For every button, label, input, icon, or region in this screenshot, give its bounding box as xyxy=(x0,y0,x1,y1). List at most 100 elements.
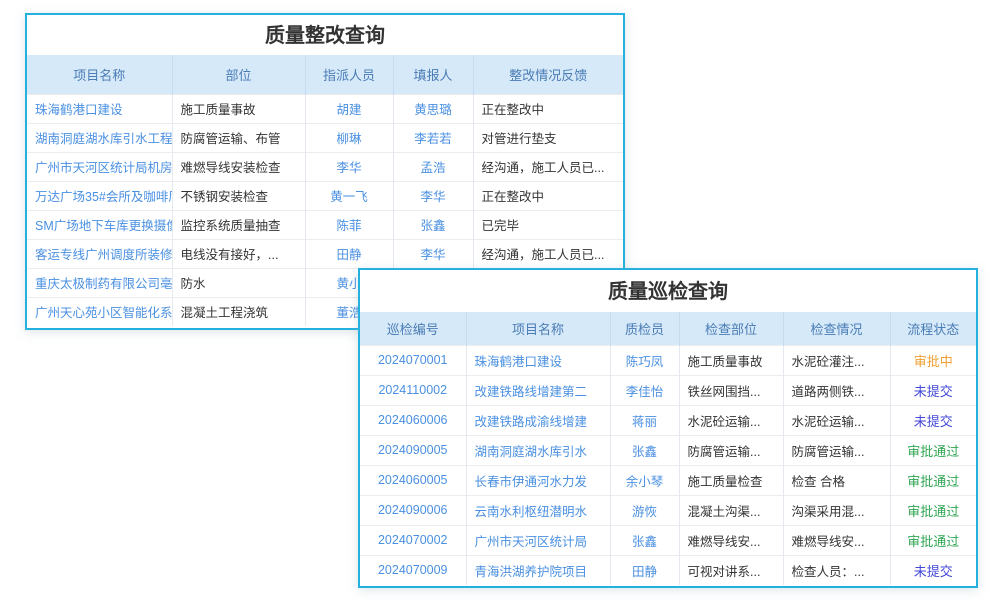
column-header: 流程状态 xyxy=(890,312,976,345)
workflow-status-cell: 未提交 xyxy=(890,555,976,585)
project-name-cell[interactable]: 云南水利枢纽潜明水 xyxy=(466,495,610,525)
inspection-id-cell[interactable]: 2024090006 xyxy=(360,495,466,525)
table-row: 湖南洞庭湖水库引水工程施防腐管运输、布管柳琳李若若对管进行垫支 xyxy=(27,123,623,152)
inspection-id-cell[interactable]: 2024070002 xyxy=(360,525,466,555)
table-row: 2024090005湖南洞庭湖水库引水张鑫防腐管运输...防腐管运输...审批通… xyxy=(360,435,976,465)
table-row: 万达广场35#会所及咖啡厅不锈钢安装检查黄一飞李华正在整改中 xyxy=(27,181,623,210)
location-cell: 混凝土工程浇筑 xyxy=(172,297,305,326)
table-row: 客运专线广州调度所装修项电线没有接好，...田静李华经沟通，施工人员已... xyxy=(27,239,623,268)
inspection-table: 巡检编号项目名称质检员检查部位检查情况流程状态2024070001珠海鹤港口建设… xyxy=(360,312,976,585)
project-name-cell[interactable]: SM广场地下车库更换摄像 xyxy=(27,210,172,239)
assignee-cell[interactable]: 李华 xyxy=(305,152,393,181)
check-result-cell: 检查人员：... xyxy=(783,555,890,585)
assignee-cell[interactable]: 胡建 xyxy=(305,94,393,123)
table-row: 2024110002改建铁路线增建第二李佳怡铁丝网围挡...道路两侧铁...未提… xyxy=(360,375,976,405)
project-name-cell[interactable]: 改建铁路线增建第二 xyxy=(466,375,610,405)
column-header: 部位 xyxy=(172,55,305,94)
workflow-status-cell: 审批通过 xyxy=(890,495,976,525)
inspection-id-cell[interactable]: 2024060005 xyxy=(360,465,466,495)
feedback-cell: 正在整改中 xyxy=(473,94,623,123)
location-cell: 监控系统质量抽查 xyxy=(172,210,305,239)
project-name-cell[interactable]: 广州市天河区统计局 xyxy=(466,525,610,555)
inspector-cell[interactable]: 陈巧凤 xyxy=(610,345,679,375)
inspection-id-cell[interactable]: 2024110002 xyxy=(360,375,466,405)
inspector-cell[interactable]: 游恢 xyxy=(610,495,679,525)
assignee-cell[interactable]: 田静 xyxy=(305,239,393,268)
table-header-row: 项目名称部位指派人员填报人整改情况反馈 xyxy=(27,55,623,94)
column-header: 项目名称 xyxy=(27,55,172,94)
page: 质量整改查询 项目名称部位指派人员填报人整改情况反馈珠海鹤港口建设施工质量事故胡… xyxy=(0,0,1000,600)
reporter-cell[interactable]: 黄思璐 xyxy=(393,94,473,123)
table-row: 2024090006云南水利枢纽潜明水游恢混凝土沟渠...沟渠采用混...审批通… xyxy=(360,495,976,525)
workflow-status-cell: 审批中 xyxy=(890,345,976,375)
inspector-cell[interactable]: 张鑫 xyxy=(610,525,679,555)
check-location-cell: 施工质量检查 xyxy=(679,465,783,495)
column-header: 巡检编号 xyxy=(360,312,466,345)
table-row: 2024060006改建铁路成渝线增建蒋丽水泥砼运输...水泥砼运输...未提交 xyxy=(360,405,976,435)
project-name-cell[interactable]: 珠海鹤港口建设 xyxy=(27,94,172,123)
feedback-cell: 正在整改中 xyxy=(473,181,623,210)
reporter-cell[interactable]: 李若若 xyxy=(393,123,473,152)
inspector-cell[interactable]: 余小琴 xyxy=(610,465,679,495)
table-row: 2024070009青海洪湖养护院项目田静可视对讲系...检查人员：...未提交 xyxy=(360,555,976,585)
workflow-status-cell: 未提交 xyxy=(890,405,976,435)
project-name-cell[interactable]: 青海洪湖养护院项目 xyxy=(466,555,610,585)
table-row: 广州市天河区统计局机房改难燃导线安装检查李华孟浩经沟通，施工人员已... xyxy=(27,152,623,181)
inspector-cell[interactable]: 田静 xyxy=(610,555,679,585)
reporter-cell[interactable]: 张鑫 xyxy=(393,210,473,239)
feedback-cell: 经沟通，施工人员已... xyxy=(473,239,623,268)
inspection-id-cell[interactable]: 2024060006 xyxy=(360,405,466,435)
inspector-cell[interactable]: 张鑫 xyxy=(610,435,679,465)
column-header: 质检员 xyxy=(610,312,679,345)
reporter-cell[interactable]: 李华 xyxy=(393,181,473,210)
project-name-cell[interactable]: 广州天心苑小区智能化系统 xyxy=(27,297,172,326)
project-name-cell[interactable]: 湖南洞庭湖水库引水 xyxy=(466,435,610,465)
workflow-status-cell: 审批通过 xyxy=(890,465,976,495)
project-name-cell[interactable]: 广州市天河区统计局机房改 xyxy=(27,152,172,181)
column-header: 项目名称 xyxy=(466,312,610,345)
location-cell: 难燃导线安装检查 xyxy=(172,152,305,181)
location-cell: 防水 xyxy=(172,268,305,297)
project-name-cell[interactable]: 改建铁路成渝线增建 xyxy=(466,405,610,435)
quality-inspection-panel: 质量巡检查询 巡检编号项目名称质检员检查部位检查情况流程状态2024070001… xyxy=(358,268,978,588)
check-location-cell: 水泥砼运输... xyxy=(679,405,783,435)
reporter-cell[interactable]: 孟浩 xyxy=(393,152,473,181)
check-result-cell: 水泥砼灌注... xyxy=(783,345,890,375)
inspection-id-cell[interactable]: 2024070001 xyxy=(360,345,466,375)
workflow-status-cell: 审批通过 xyxy=(890,435,976,465)
table-row: SM广场地下车库更换摄像监控系统质量抽查陈菲张鑫已完毕 xyxy=(27,210,623,239)
check-result-cell: 防腐管运输... xyxy=(783,435,890,465)
assignee-cell[interactable]: 陈菲 xyxy=(305,210,393,239)
project-name-cell[interactable]: 湖南洞庭湖水库引水工程施 xyxy=(27,123,172,152)
check-location-cell: 可视对讲系... xyxy=(679,555,783,585)
inspection-panel-title: 质量巡检查询 xyxy=(360,270,976,312)
assignee-cell[interactable]: 柳琳 xyxy=(305,123,393,152)
inspector-cell[interactable]: 蒋丽 xyxy=(610,405,679,435)
inspector-cell[interactable]: 李佳怡 xyxy=(610,375,679,405)
project-name-cell[interactable]: 万达广场35#会所及咖啡厅 xyxy=(27,181,172,210)
check-location-cell: 混凝土沟渠... xyxy=(679,495,783,525)
table-row: 2024070001珠海鹤港口建设陈巧凤施工质量事故水泥砼灌注...审批中 xyxy=(360,345,976,375)
reporter-cell[interactable]: 李华 xyxy=(393,239,473,268)
project-name-cell[interactable]: 重庆太极制药有限公司亳州 xyxy=(27,268,172,297)
inspection-id-cell[interactable]: 2024090005 xyxy=(360,435,466,465)
project-name-cell[interactable]: 珠海鹤港口建设 xyxy=(466,345,610,375)
check-location-cell: 防腐管运输... xyxy=(679,435,783,465)
feedback-cell: 已完毕 xyxy=(473,210,623,239)
feedback-cell: 对管进行垫支 xyxy=(473,123,623,152)
check-result-cell: 水泥砼运输... xyxy=(783,405,890,435)
workflow-status-cell: 审批通过 xyxy=(890,525,976,555)
project-name-cell[interactable]: 客运专线广州调度所装修项 xyxy=(27,239,172,268)
check-result-cell: 道路两侧铁... xyxy=(783,375,890,405)
project-name-cell[interactable]: 长春市伊通河水力发 xyxy=(466,465,610,495)
table-row: 珠海鹤港口建设施工质量事故胡建黄思璐正在整改中 xyxy=(27,94,623,123)
table-header-row: 巡检编号项目名称质检员检查部位检查情况流程状态 xyxy=(360,312,976,345)
table-row: 2024060005长春市伊通河水力发余小琴施工质量检查检查 合格审批通过 xyxy=(360,465,976,495)
check-location-cell: 铁丝网围挡... xyxy=(679,375,783,405)
table-row: 2024070002广州市天河区统计局张鑫难燃导线安...难燃导线安...审批通… xyxy=(360,525,976,555)
location-cell: 施工质量事故 xyxy=(172,94,305,123)
check-location-cell: 难燃导线安... xyxy=(679,525,783,555)
check-result-cell: 沟渠采用混... xyxy=(783,495,890,525)
inspection-id-cell[interactable]: 2024070009 xyxy=(360,555,466,585)
assignee-cell[interactable]: 黄一飞 xyxy=(305,181,393,210)
